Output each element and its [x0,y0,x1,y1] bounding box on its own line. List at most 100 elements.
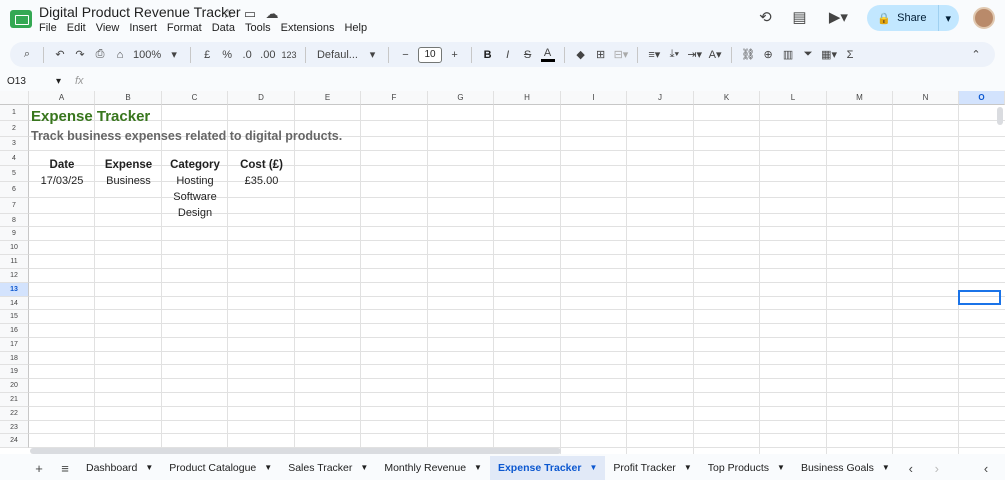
column-header-n[interactable]: N [893,91,959,105]
row-header-13[interactable]: 13 [0,283,29,297]
tab-dashboard[interactable]: Dashboard ▼ [78,456,161,480]
comments-icon[interactable]: ▤ [789,8,809,28]
sheet-title[interactable]: Expense Tracker [31,108,150,125]
row-header-3[interactable]: 3 [0,137,29,151]
column-header-o[interactable]: O [959,91,1005,105]
tab-expense-tracker[interactable]: Expense Tracker ▼ [489,456,606,480]
tab-profit-tracker[interactable]: Profit Tracker ▼ [605,456,699,480]
increase-font-size-button[interactable]: + [448,49,462,61]
row-header-24[interactable]: 24 [0,434,29,448]
column-header-m[interactable]: M [827,91,893,105]
menu-data[interactable]: Data [212,22,235,34]
share-button[interactable]: 🔒 Share ▾ [867,5,959,31]
menu-format[interactable]: Format [167,22,202,34]
menu-file[interactable]: File [39,22,57,34]
row-header-1[interactable]: 1 [0,105,29,121]
scroll-tabs-left-icon[interactable]: ‹ [898,461,924,476]
horizontal-align-icon[interactable]: ≡▾ [647,48,661,61]
add-sheet-icon[interactable]: + [26,461,52,476]
column-header-l[interactable]: L [760,91,827,105]
search-menus-icon[interactable]: ⌕ [20,48,34,61]
paint-format-icon[interactable]: ⌂ [113,49,127,61]
print-icon[interactable]: ⎙ [93,48,107,61]
row-header-8[interactable]: 8 [0,214,29,227]
column-header-k[interactable]: K [694,91,760,105]
borders-icon[interactable]: ⊞ [594,48,608,61]
tab-monthly-revenue[interactable]: Monthly Revenue ▼ [376,456,490,480]
name-box[interactable]: O13 ▾ [0,76,65,87]
chevron-down-icon[interactable]: ▼ [360,456,368,480]
chevron-down-icon[interactable]: ▼ [684,456,692,480]
row-header-20[interactable]: 20 [0,379,29,393]
tab-sales-tracker[interactable]: Sales Tracker ▼ [280,456,376,480]
select-all-corner[interactable] [0,91,29,105]
increase-decimals-button[interactable]: .00 [260,49,275,61]
chevron-down-icon[interactable]: ▼ [882,456,890,480]
row-header-5[interactable]: 5 [0,166,29,182]
header-category[interactable]: Category [162,159,228,171]
sheets-logo[interactable] [10,10,32,28]
text-rotation-icon[interactable]: A▾ [708,48,722,61]
tab-business-goals[interactable]: Business Goals ▼ [793,456,898,480]
row-header-14[interactable]: 14 [0,297,29,310]
cell-cost[interactable]: £35.00 [228,175,295,187]
menu-insert[interactable]: Insert [129,22,157,34]
row-header-2[interactable]: 2 [0,121,29,137]
fill-color-icon[interactable]: ◆ [574,48,588,61]
chevron-down-icon[interactable]: ▼ [589,456,597,480]
insert-link-icon[interactable]: ⛓ [741,48,755,61]
more-formats-button[interactable]: 123 [281,50,296,60]
cell-category-design[interactable]: Design [162,207,228,219]
column-header-h[interactable]: H [494,91,561,105]
scroll-tabs-right-icon[interactable]: › [924,461,950,476]
row-header-7[interactable]: 7 [0,198,29,214]
functions-button[interactable]: Σ [843,49,857,61]
menu-view[interactable]: View [96,22,120,34]
column-header-g[interactable]: G [428,91,494,105]
chevron-down-icon[interactable]: ▼ [264,456,272,480]
meet-icon[interactable]: ▶▾ [823,8,853,28]
column-header-d[interactable]: D [228,91,295,105]
column-header-e[interactable]: E [295,91,361,105]
cell-expense[interactable]: Business [95,175,162,187]
row-header-4[interactable]: 4 [0,151,29,166]
collapse-sidebar-icon[interactable]: ‹ [973,461,999,476]
cloud-status-icon[interactable]: ☁ [265,6,279,22]
row-header-19[interactable]: 19 [0,365,29,379]
horizontal-scrollbar[interactable] [30,448,561,454]
row-header-15[interactable]: 15 [0,310,29,324]
row-header-12[interactable]: 12 [0,269,29,283]
font-size-input[interactable]: 10 [418,46,442,63]
all-sheets-icon[interactable]: ≡ [52,461,78,476]
row-header-18[interactable]: 18 [0,352,29,365]
menu-help[interactable]: Help [344,22,367,34]
name-box-dropdown-icon[interactable]: ▾ [56,76,61,87]
formula-input[interactable] [84,73,1005,89]
filter-icon[interactable]: ⏷ [801,48,815,61]
star-icon[interactable]: ☆ [221,6,235,22]
spreadsheet-grid[interactable]: A B C D E F G H I J K L M N O 1234567891… [0,91,1005,454]
percent-format-button[interactable]: % [220,49,234,61]
column-header-f[interactable]: F [361,91,428,105]
decrease-font-size-button[interactable]: − [398,49,412,61]
share-dropdown-icon[interactable]: ▾ [945,12,951,25]
insert-comment-icon[interactable]: ⊕ [761,48,775,61]
menu-tools[interactable]: Tools [245,22,271,34]
column-header-j[interactable]: J [627,91,694,105]
header-date[interactable]: Date [29,159,95,171]
row-header-17[interactable]: 17 [0,338,29,352]
column-header-a[interactable]: A [29,91,95,105]
text-wrapping-icon[interactable]: ⇥▾ [687,48,702,61]
vertical-scrollbar[interactable] [997,107,1003,125]
document-title[interactable]: Digital Product Revenue Tracker [39,4,241,20]
row-header-6[interactable]: 6 [0,182,29,198]
column-header-b[interactable]: B [95,91,162,105]
bold-button[interactable]: B [481,49,495,61]
currency-format-button[interactable]: £ [200,49,214,61]
filter-views-icon[interactable]: ▦▾ [821,48,837,61]
font-select[interactable]: Defaul... [315,49,359,61]
row-header-9[interactable]: 9 [0,227,29,241]
row-header-22[interactable]: 22 [0,407,29,421]
row-header-16[interactable]: 16 [0,324,29,338]
italic-button[interactable]: I [501,49,515,61]
